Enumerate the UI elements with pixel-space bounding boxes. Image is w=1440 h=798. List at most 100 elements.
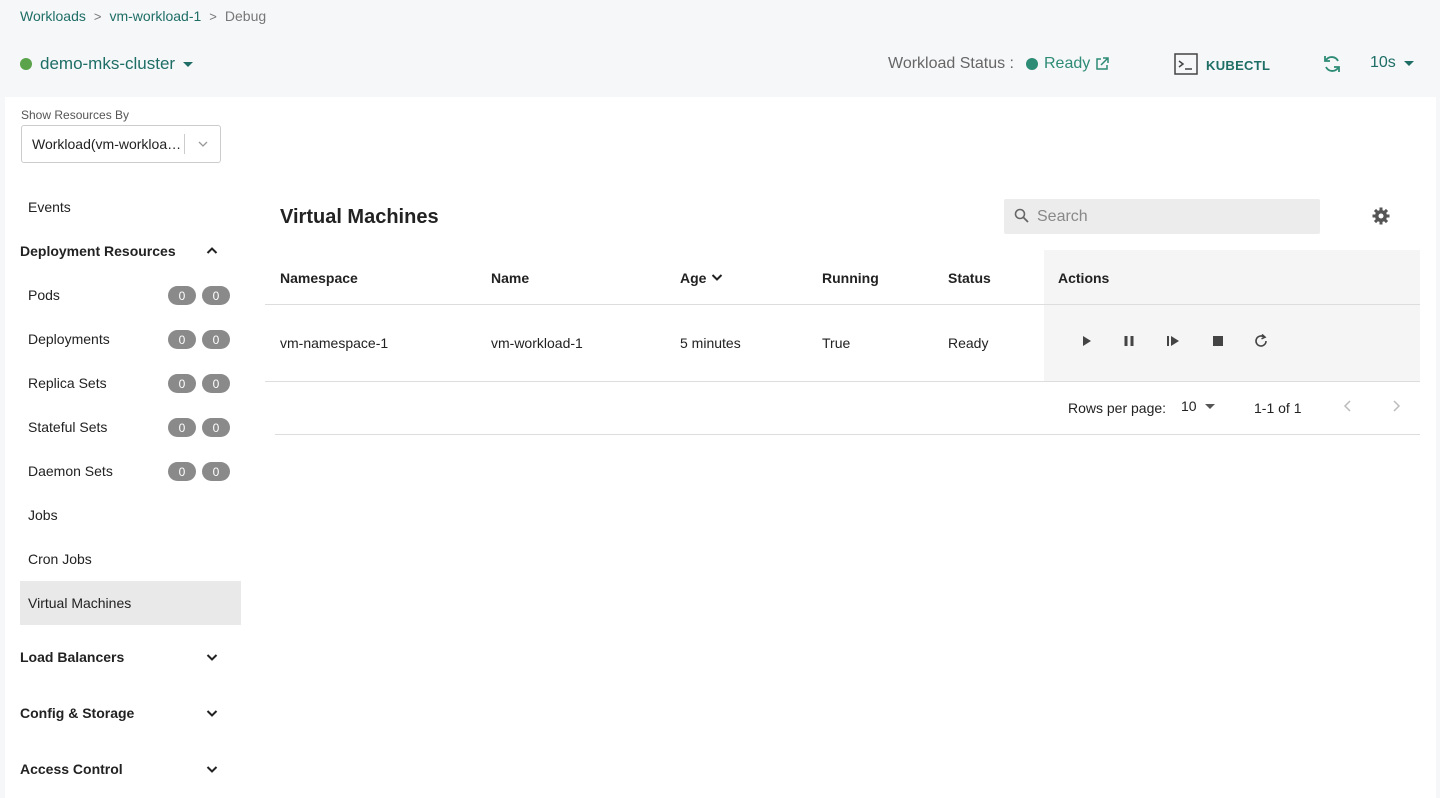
stop-icon[interactable] <box>1211 333 1225 352</box>
rows-per-page-value: 10 <box>1181 398 1197 414</box>
cluster-name: demo-mks-cluster <box>40 54 176 73</box>
sidebar-item-pods[interactable]: Pods 0 0 <box>20 273 241 317</box>
column-header-status[interactable]: Status <box>948 270 991 286</box>
caret-down-icon <box>1204 403 1215 409</box>
count-badge: 0 <box>168 374 196 393</box>
table-row: vm-namespace-1 vm-workload-1 5 minutes T… <box>265 305 1420 382</box>
breadcrumb: Workloads > vm-workload-1 > Debug <box>20 8 266 24</box>
workload-status-label: Workload Status : <box>888 55 1014 72</box>
restart-icon[interactable] <box>1253 333 1269 352</box>
main-panel: Show Resources By Workload(vm-workload-1… <box>5 97 1436 798</box>
breadcrumb-workloads-link[interactable]: Workloads <box>20 8 86 24</box>
sidebar-item-label: Pods <box>28 287 60 303</box>
count-badge: 0 <box>168 330 196 349</box>
show-resources-select[interactable]: Workload(vm-workload-1) <box>21 125 221 163</box>
sidebar-group-label: Access Control <box>20 761 123 777</box>
sidebar-group-deployment-resources[interactable]: Deployment Resources <box>20 229 241 273</box>
sidebar-item-deployments[interactable]: Deployments 0 0 <box>20 317 241 361</box>
count-badge: 0 <box>168 418 196 437</box>
badge-group: 0 0 <box>168 374 230 393</box>
rows-per-page-label: Rows per page: <box>1068 400 1167 416</box>
badge-group: 0 0 <box>168 418 230 437</box>
page-title: Virtual Machines <box>280 206 439 228</box>
chevron-down-icon <box>197 137 209 153</box>
sidebar-item-daemon-sets[interactable]: Daemon Sets 0 0 <box>20 449 241 493</box>
count-badge: 0 <box>168 462 196 481</box>
breadcrumb-separator: > <box>93 8 102 24</box>
chevron-down-icon <box>206 706 218 722</box>
column-header-name[interactable]: Name <box>491 270 529 286</box>
refresh-icon[interactable] <box>1322 54 1342 77</box>
sidebar-group-label: Load Balancers <box>20 649 125 665</box>
rows-per-page-select[interactable]: 10 <box>1181 398 1215 414</box>
caret-down-icon <box>183 61 194 67</box>
column-header-age[interactable]: Age <box>680 270 723 286</box>
chevron-left-icon[interactable] <box>1342 398 1354 417</box>
chevron-down-icon <box>206 650 218 666</box>
search-box <box>1004 199 1320 234</box>
sidebar-item-replica-sets[interactable]: Replica Sets 0 0 <box>20 361 241 405</box>
workload-status: Workload Status : Ready <box>888 55 1109 73</box>
ready-status-dot <box>1025 58 1038 70</box>
gear-icon[interactable] <box>1372 207 1390 228</box>
chevron-up-icon <box>206 244 218 260</box>
sidebar-item-label: Jobs <box>28 507 58 523</box>
caret-down-icon <box>1403 60 1414 66</box>
sidebar-item-jobs[interactable]: Jobs <box>20 493 241 537</box>
cell-status: Ready <box>948 335 989 351</box>
column-header-namespace[interactable]: Namespace <box>280 270 358 286</box>
sidebar-item-label: Stateful Sets <box>28 419 108 435</box>
workload-status-value: Ready <box>1043 55 1091 72</box>
sidebar-item-events[interactable]: Events <box>20 185 241 229</box>
breadcrumb-workload-link[interactable]: vm-workload-1 <box>109 8 201 24</box>
chevron-right-icon[interactable] <box>1390 398 1402 417</box>
pause-icon[interactable] <box>1122 333 1136 352</box>
kubectl-label: KUBECTL <box>1206 58 1271 73</box>
badge-group: 0 0 <box>168 286 230 305</box>
cell-running: True <box>822 335 851 351</box>
sidebar-item-label: Replica Sets <box>28 375 107 391</box>
refresh-interval-dropdown[interactable]: 10s <box>1370 54 1414 72</box>
cluster-selector[interactable]: demo-mks-cluster <box>20 54 194 74</box>
count-badge: 0 <box>202 418 230 437</box>
badge-group: 0 0 <box>168 462 230 481</box>
breadcrumb-separator: > <box>209 8 217 24</box>
count-badge: 0 <box>202 374 230 393</box>
select-divider <box>184 134 185 154</box>
sidebar-item-virtual-machines[interactable]: Virtual Machines <box>20 581 241 625</box>
sidebar-item-label: Virtual Machines <box>28 595 132 611</box>
pagination-range: 1-1 of 1 <box>1254 400 1302 416</box>
sidebar: Events Deployment Resources Pods 0 0 Dep… <box>20 185 241 791</box>
sidebar-group-label: Deployment Resources <box>20 243 176 259</box>
search-input[interactable] <box>1037 207 1297 226</box>
sidebar-item-cron-jobs[interactable]: Cron Jobs <box>20 537 241 581</box>
show-resources-value: Workload(vm-workload-1) <box>32 136 182 152</box>
refresh-interval-value: 10s <box>1370 54 1396 71</box>
show-resources-label: Show Resources By <box>21 108 130 122</box>
sidebar-group-access-control[interactable]: Access Control <box>20 747 241 791</box>
sidebar-group-label: Config & Storage <box>20 705 135 721</box>
column-header-age-label: Age <box>680 270 707 286</box>
breadcrumb-current: Debug <box>224 8 267 24</box>
count-badge: 0 <box>168 286 196 305</box>
count-badge: 0 <box>202 286 230 305</box>
sidebar-item-stateful-sets[interactable]: Stateful Sets 0 0 <box>20 405 241 449</box>
external-link-icon[interactable] <box>1095 57 1109 71</box>
column-header-running[interactable]: Running <box>822 270 879 286</box>
terminal-icon <box>1174 53 1198 78</box>
sidebar-group-load-balancers[interactable]: Load Balancers <box>20 635 241 679</box>
search-icon <box>1014 208 1029 226</box>
virtual-machines-table: Namespace Name Age Running Status Action… <box>265 250 1420 435</box>
cluster-status-dot <box>20 58 32 70</box>
play-icon[interactable] <box>1080 333 1094 352</box>
step-forward-icon[interactable] <box>1165 333 1181 352</box>
sidebar-item-label: Daemon Sets <box>28 463 113 479</box>
sort-desc-icon <box>711 270 723 286</box>
sidebar-item-label: Cron Jobs <box>28 551 92 567</box>
kubectl-button[interactable]: KUBECTL <box>1174 53 1270 78</box>
chevron-down-icon <box>206 762 218 778</box>
count-badge: 0 <box>202 330 230 349</box>
table-header: Namespace Name Age Running Status Action… <box>265 250 1420 305</box>
cell-name: vm-workload-1 <box>491 335 583 351</box>
sidebar-group-config-storage[interactable]: Config & Storage <box>20 691 241 735</box>
